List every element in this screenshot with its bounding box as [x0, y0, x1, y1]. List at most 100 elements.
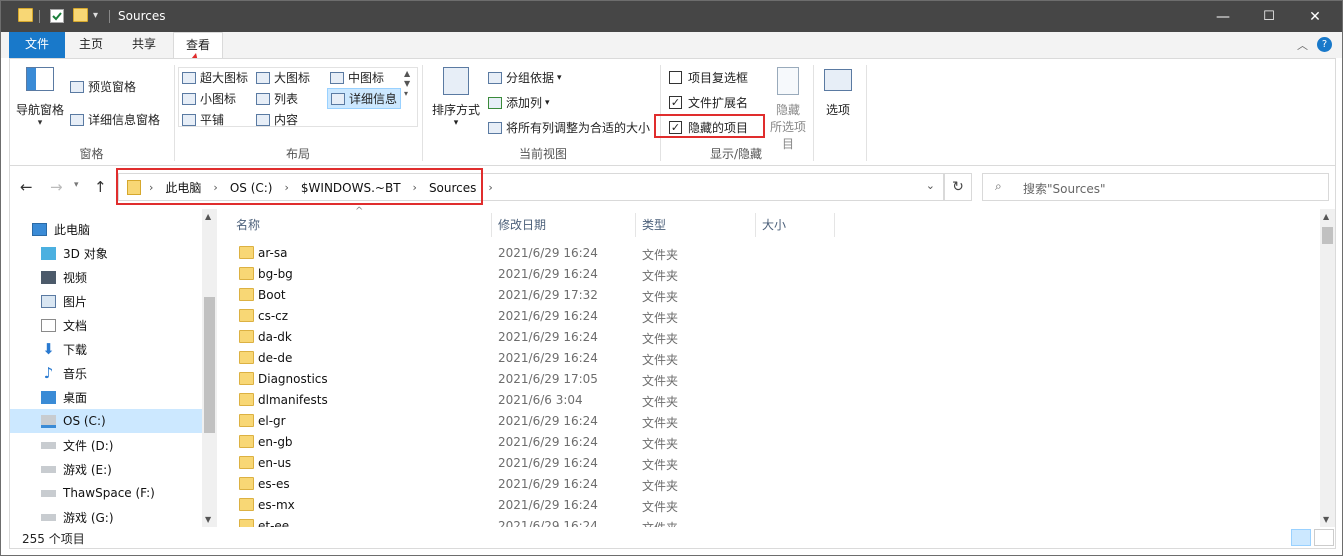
column-header-type[interactable]: 类型 [642, 216, 666, 236]
tab-home[interactable]: 主页 [67, 32, 115, 58]
details-pane-button[interactable]: 详细信息窗格 [70, 111, 160, 128]
file-list-scrollbar[interactable]: ▲ ▼ [1320, 209, 1335, 527]
table-row[interactable]: cs-cz 2021/6/29 16:24 文件夹 [232, 306, 1092, 327]
video-icon [41, 270, 56, 284]
layout-medium-icons[interactable]: 中图标 [330, 69, 384, 86]
search-box[interactable]: ⌕ 搜索"Sources" [982, 173, 1329, 201]
layout-content[interactable]: 内容 [256, 111, 298, 128]
table-row[interactable]: ar-sa 2021/6/29 16:24 文件夹 [232, 243, 1092, 264]
folder-icon [239, 288, 254, 301]
options-button[interactable]: 选项 [824, 69, 852, 118]
column-header-name[interactable]: 名称 [236, 216, 260, 236]
collapse-ribbon-icon[interactable]: ︿ [1297, 37, 1308, 53]
scroll-down-icon[interactable]: ▼ [1323, 515, 1329, 524]
column-header-size[interactable]: 大小 [762, 216, 786, 236]
table-row[interactable]: en-us 2021/6/29 16:24 文件夹 [232, 453, 1092, 474]
back-arrow-icon[interactable]: ← [20, 178, 33, 196]
nav-item-videos[interactable]: 视频 [10, 265, 202, 289]
nav-scrollbar-thumb[interactable] [204, 297, 215, 433]
navigation-pane-button[interactable]: 导航窗格 ▾ [16, 67, 64, 128]
preview-pane-label: 预览窗格 [88, 80, 137, 94]
divider [866, 65, 867, 161]
scroll-down-icon[interactable]: ▼ [205, 515, 211, 524]
item-checkboxes-toggle[interactable]: 项目复选框 [669, 69, 748, 86]
nav-item-desktop[interactable]: 桌面 [10, 385, 202, 409]
nav-scrollbar[interactable]: ▲ ▼ [202, 209, 217, 527]
properties-icon[interactable] [50, 9, 64, 23]
group-label-layout: 布局 [285, 147, 310, 161]
medium-icons-icon [330, 71, 344, 84]
sort-by-button[interactable]: 排序方式 ▾ [432, 67, 480, 128]
new-folder-icon[interactable] [73, 8, 88, 22]
nav-item-drive-d[interactable]: 文件 (D:) [10, 433, 202, 457]
nav-item-pictures[interactable]: 图片 [10, 289, 202, 313]
address-history-chevron-icon[interactable]: ⌄ [926, 179, 935, 192]
table-row[interactable]: bg-bg 2021/6/29 16:24 文件夹 [232, 264, 1092, 285]
add-columns-button[interactable]: 添加列 ▾ [488, 94, 550, 111]
table-row[interactable]: el-gr 2021/6/29 16:24 文件夹 [232, 411, 1092, 432]
maximize-button[interactable]: ☐ [1246, 1, 1292, 32]
details-view-icon[interactable] [1291, 529, 1311, 546]
nav-item-drive-f[interactable]: ThawSpace (F:) [10, 481, 202, 505]
divider[interactable] [491, 213, 492, 237]
folder-icon [239, 435, 254, 448]
table-row[interactable]: da-dk 2021/6/29 16:24 文件夹 [232, 327, 1092, 348]
layout-list[interactable]: 列表 [256, 90, 298, 107]
nav-item-drive-g[interactable]: 游戏 (G:) [10, 505, 202, 529]
nav-item-documents[interactable]: 文档 [10, 313, 202, 337]
large-icons-view-icon[interactable] [1314, 529, 1334, 546]
layout-details[interactable]: 详细信息 [327, 88, 402, 109]
tab-file[interactable]: 文件 [9, 32, 65, 58]
table-row[interactable]: es-es 2021/6/29 16:24 文件夹 [232, 474, 1092, 495]
layout-scroll-icon[interactable]: ▲ ▼ ▾ [404, 69, 410, 99]
forward-arrow-icon[interactable]: → [50, 178, 63, 196]
group-by-label: 分组依据 [506, 71, 555, 85]
file-list-scrollbar-thumb[interactable] [1322, 227, 1333, 244]
preview-pane-button[interactable]: 预览窗格 [70, 78, 136, 95]
layout-tiles[interactable]: 平铺 [182, 111, 224, 128]
group-by-button[interactable]: 分组依据 ▾ [488, 69, 562, 86]
minimize-button[interactable]: — [1200, 1, 1246, 32]
layout-large-icons[interactable]: 大图标 [256, 69, 310, 86]
tab-share[interactable]: 共享 [119, 32, 169, 58]
scroll-up-icon[interactable]: ▲ [205, 212, 211, 221]
nav-item-3d-objects[interactable]: 3D 对象 [10, 241, 202, 265]
table-row[interactable]: Diagnostics 2021/6/29 17:05 文件夹 [232, 369, 1092, 390]
file-extensions-toggle[interactable]: ✓ 文件扩展名 [669, 94, 748, 111]
nav-item-os-drive[interactable]: OS (C:) [10, 409, 202, 433]
refresh-icon[interactable]: ↻ [944, 173, 972, 201]
hide-selected-button[interactable]: 隐藏 所选项目 [768, 67, 808, 152]
divider[interactable] [635, 213, 636, 237]
chevron-right-icon[interactable]: › [488, 181, 492, 194]
table-row[interactable]: et-ee 2021/6/29 16:24 文件夹 [232, 516, 1092, 527]
nav-item-drive-e[interactable]: 游戏 (E:) [10, 457, 202, 481]
help-icon[interactable]: ? [1317, 37, 1332, 52]
music-icon: ♪ [43, 363, 54, 382]
column-header-date[interactable]: 修改日期 [498, 216, 546, 236]
nav-item-this-pc[interactable]: 此电脑 [10, 217, 202, 241]
drive-icon [41, 513, 56, 521]
close-button[interactable]: ✕ [1292, 1, 1338, 32]
item-count: 255 个项目 [22, 532, 85, 546]
recent-locations-chevron-icon[interactable]: ▾ [74, 180, 79, 190]
layout-small-icons[interactable]: 小图标 [182, 90, 236, 107]
size-all-columns-button[interactable]: 将所有列调整为合适的大小 [488, 119, 650, 136]
customize-toolbar-chevron-icon[interactable]: ▾ [93, 10, 98, 21]
divider[interactable] [834, 213, 835, 237]
title-bar: ▾ Sources — ☐ ✕ [1, 1, 1342, 32]
layout-label: 中图标 [348, 71, 385, 85]
folder-icon [239, 351, 254, 364]
up-arrow-icon[interactable]: ↑ [94, 178, 107, 196]
scroll-up-icon[interactable]: ▲ [1323, 212, 1329, 221]
table-row[interactable]: en-gb 2021/6/29 16:24 文件夹 [232, 432, 1092, 453]
nav-item-downloads[interactable]: ⬇ 下载 [10, 337, 202, 361]
table-row[interactable]: de-de 2021/6/29 16:24 文件夹 [232, 348, 1092, 369]
divider[interactable] [755, 213, 756, 237]
file-name: ar-sa [258, 246, 288, 260]
layout-extra-large-icons[interactable]: 超大图标 [182, 69, 248, 86]
table-row[interactable]: es-mx 2021/6/29 16:24 文件夹 [232, 495, 1092, 516]
table-row[interactable]: dlmanifests 2021/6/6 3:04 文件夹 [232, 390, 1092, 411]
table-row[interactable]: Boot 2021/6/29 17:32 文件夹 [232, 285, 1092, 306]
search-input[interactable]: 搜索"Sources" [1023, 180, 1106, 197]
nav-item-music[interactable]: ♪ 音乐 [10, 361, 202, 385]
